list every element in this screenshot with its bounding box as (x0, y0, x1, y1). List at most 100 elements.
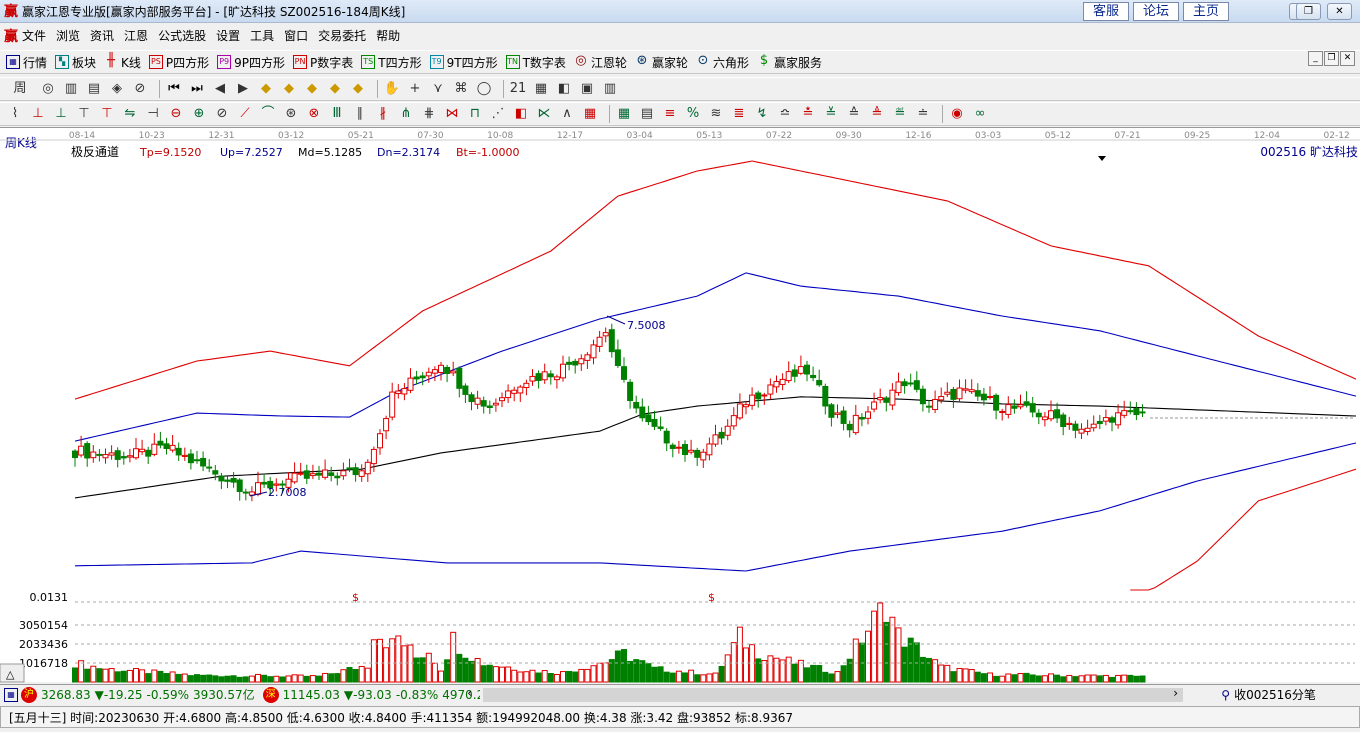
drawing-tool-icon[interactable]: ⊖ (167, 105, 185, 123)
chart-tool-icon[interactable]: + (406, 80, 424, 98)
menu-gann[interactable]: 江恩 (124, 27, 148, 44)
drawing-tool-icon[interactable]: ⌒ (259, 105, 277, 123)
chart-tool-icon[interactable]: ▦ (532, 80, 550, 98)
drawing-tool-icon[interactable]: ⊗ (305, 105, 323, 123)
toolbar-item-kline[interactable]: ╫ K线 (104, 54, 141, 71)
drawing-tool-icon[interactable]: ⊤ (75, 105, 93, 123)
toolbar-item-hexagon[interactable]: ⊙ 六角形 (696, 54, 749, 71)
drawing-tool-icon[interactable]: ⊛ (282, 105, 300, 123)
toolbar-item-target[interactable]: ◎ 江恩轮 (574, 54, 627, 71)
chart-tool-icon[interactable]: ◆ (280, 80, 298, 98)
drawing-tool-icon[interactable]: ⟋ (236, 105, 254, 123)
drawing-tool-icon[interactable]: ▦ (615, 105, 633, 123)
chart-tool-icon[interactable]: ▣ (578, 80, 596, 98)
drawing-tool-icon[interactable]: Ⅲ (328, 105, 346, 123)
drawing-tool-icon[interactable]: ◧ (512, 105, 530, 123)
menu-formula[interactable]: 公式选股 (158, 27, 206, 44)
menu-browse[interactable]: 浏览 (56, 27, 80, 44)
chart-tool-icon[interactable]: ◎ (39, 80, 57, 98)
chart-tool-icon[interactable]: ⏮ (165, 80, 183, 98)
chart-tool-icon[interactable]: ▥ (62, 80, 80, 98)
menu-settings[interactable]: 设置 (216, 27, 240, 44)
drawing-tool-icon[interactable]: ⊥ (52, 105, 70, 123)
drawing-tool-icon[interactable]: ≋ (707, 105, 725, 123)
quote-table-icon[interactable]: ▦ (4, 687, 18, 702)
toolbar-item-tn[interactable]: TN T数字表 (505, 54, 566, 71)
toolbar-item-dollar[interactable]: $ 赢家服务 (757, 54, 822, 71)
chart-tool-icon[interactable]: ▥ (601, 80, 619, 98)
scroll-right-icon[interactable]: › (1173, 686, 1178, 700)
drawing-tool-icon[interactable]: ⇋ (121, 105, 139, 123)
drawing-tool-icon[interactable]: ∞ (971, 105, 989, 123)
drawing-tool-icon[interactable]: ▦ (581, 105, 599, 123)
chart-tool-icon[interactable]: ✋ (383, 80, 401, 98)
drawing-tool-icon[interactable]: ⊣ (144, 105, 162, 123)
chart-tool-icon[interactable]: ◆ (326, 80, 344, 98)
drawing-tool-icon[interactable]: ◉ (948, 105, 966, 123)
drawing-tool-icon[interactable]: ≛ (799, 105, 817, 123)
drawing-tool-icon[interactable]: ⋕ (420, 105, 438, 123)
toolbar-item-pn[interactable]: PN P数字表 (293, 54, 353, 71)
menu-window[interactable]: 窗口 (284, 27, 308, 44)
drawing-tool-icon[interactable]: ⋈ (443, 105, 461, 123)
drawing-tool-icon[interactable]: ≝ (891, 105, 909, 123)
toolbar-item-blocks[interactable]: ▚ 板块 (55, 54, 96, 71)
drawing-tool-icon[interactable]: ⊓ (466, 105, 484, 123)
chart-area[interactable]: 周K线 极反通道 Tp=9.1520 Up=7.2527 Md=5.1285 D… (0, 127, 1360, 683)
toolbar-item-grid[interactable]: ▦ 行情 (6, 54, 47, 71)
drawing-tool-icon[interactable]: ⌇ (6, 105, 24, 123)
drawing-tool-icon[interactable]: ≏ (776, 105, 794, 123)
chart-tool-icon[interactable]: ◆ (349, 80, 367, 98)
toolbar-item-wheel[interactable]: ⊛ 赢家轮 (635, 54, 688, 71)
menu-help[interactable]: 帮助 (376, 27, 400, 44)
forum-link[interactable]: 论坛 (1133, 2, 1179, 21)
drawing-tool-icon[interactable]: ≙ (845, 105, 863, 123)
drawing-tool-icon[interactable]: ⊘ (213, 105, 231, 123)
drawing-tool-icon[interactable]: ≡ (661, 105, 679, 123)
drawing-tool-icon[interactable]: ⊥ (29, 105, 47, 123)
drawing-tool-icon[interactable]: ⋰ (489, 105, 507, 123)
drawing-tool-icon[interactable]: ⊕ (190, 105, 208, 123)
chart-tool-icon[interactable]: ◆ (303, 80, 321, 98)
toolbar-item-p9[interactable]: P9 9P四方形 (217, 54, 285, 71)
chart-tool-icon[interactable]: ◈ (108, 80, 126, 98)
drawing-tool-icon[interactable]: ∧ (558, 105, 576, 123)
drawing-tool-icon[interactable]: ⊤ (98, 105, 116, 123)
drawing-tool-icon[interactable]: ≚ (822, 105, 840, 123)
home-link[interactable]: 主页 (1183, 2, 1229, 21)
toolbar-item-t9[interactable]: T9 9T四方形 (429, 54, 498, 71)
drawing-tool-icon[interactable]: ∥ (351, 105, 369, 123)
menu-news[interactable]: 资讯 (90, 27, 114, 44)
period-dropdown[interactable]: 周 (6, 80, 34, 98)
close-button[interactable]: ✕ (1327, 3, 1352, 20)
chart-tool-icon[interactable]: ▶ (234, 80, 252, 98)
chart-tool-icon[interactable]: ◆ (257, 80, 275, 98)
chart-tool-icon[interactable]: ⋎ (429, 80, 447, 98)
drawing-tool-icon[interactable]: ⋔ (397, 105, 415, 123)
chart-tool-icon[interactable]: ◀ (211, 80, 229, 98)
toolbar-item-ts[interactable]: TS T四方形 (361, 54, 422, 71)
chart-tool-icon[interactable]: ⊘ (131, 80, 149, 98)
kline-chart[interactable]: 周K线 极反通道 Tp=9.1520 Up=7.2527 Md=5.1285 D… (0, 128, 1360, 683)
menu-trade[interactable]: 交易委托 (318, 27, 366, 44)
menu-tools[interactable]: 工具 (250, 27, 274, 44)
chart-tool-icon[interactable]: 21 (509, 80, 527, 98)
chart-tool-icon[interactable]: ◧ (555, 80, 573, 98)
scroll-left-icon[interactable]: ‹ (467, 686, 472, 700)
drawing-tool-icon[interactable]: ∦ (374, 105, 392, 123)
toolbar-item-ps[interactable]: PS P四方形 (148, 54, 209, 71)
chart-tool-icon[interactable]: ⏭ (188, 80, 206, 98)
drawing-tool-icon[interactable]: ≜ (868, 105, 886, 123)
service-link[interactable]: 客服 (1083, 2, 1129, 21)
drawing-tool-icon[interactable]: ≐ (914, 105, 932, 123)
drawing-tool-icon[interactable]: ↯ (753, 105, 771, 123)
drawing-tool-icon[interactable]: ⋉ (535, 105, 553, 123)
chart-tool-icon[interactable]: ▤ (85, 80, 103, 98)
maximize-button[interactable]: ❐ (1296, 3, 1321, 20)
chart-tool-icon[interactable]: ⌘ (452, 80, 470, 98)
chart-tool-icon[interactable]: ◯ (475, 80, 493, 98)
drawing-tool-icon[interactable]: ▤ (638, 105, 656, 123)
drawing-tool-icon[interactable]: ≣ (730, 105, 748, 123)
drawing-tool-icon[interactable]: % (684, 105, 702, 123)
horizontal-scrollbar[interactable]: ‹ › (467, 686, 1184, 702)
